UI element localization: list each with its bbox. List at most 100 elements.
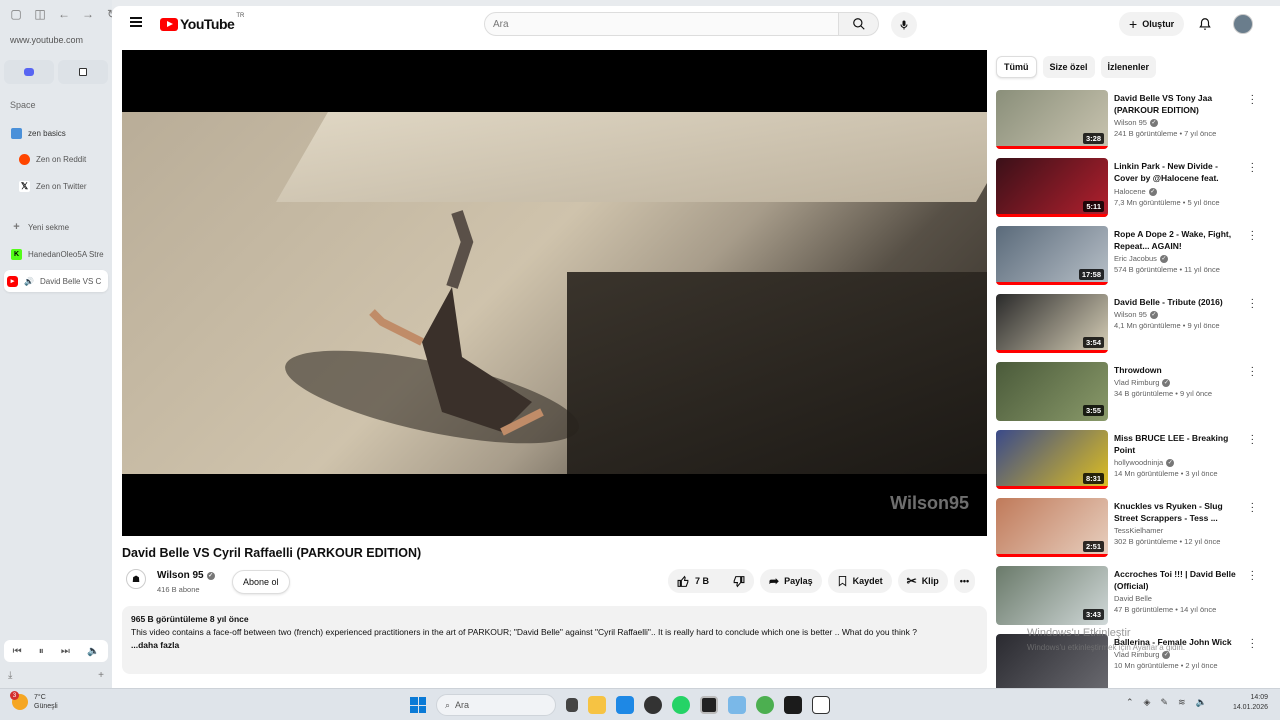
app-cube-icon[interactable] — [644, 696, 662, 714]
whatsapp-icon[interactable] — [672, 696, 690, 714]
recommendation-item[interactable]: 8:31 Miss BRUCE LEE - Breaking Point holly… — [996, 430, 1266, 498]
folder-zen-basics[interactable]: zen basics — [8, 122, 108, 144]
start-windows-icon[interactable] — [410, 697, 426, 713]
recommendation-item[interactable]: 3:43 Accroches Toi !!! | David Belle (Off… — [996, 566, 1266, 634]
recommendation-title[interactable]: Rope A Dope 2 - Wake, Fight, Repeat... A… — [1114, 228, 1242, 252]
pinned-tab-notion[interactable] — [58, 60, 108, 84]
speaker-icon[interactable]: 🔊 — [24, 277, 34, 286]
add-icon[interactable]: + — [98, 670, 104, 681]
recommendation-title[interactable]: Knuckles vs Ryuken - Slug Street Scrappe… — [1114, 500, 1242, 524]
recommendation-item[interactable]: 3:55 Throwdown Vlad Rimburg ✓ 34 B görüntüle… — [996, 362, 1266, 430]
show-more-link[interactable]: ...daha fazla — [131, 639, 978, 652]
new-tab-button[interactable]: + Yeni sekme — [8, 216, 108, 238]
description-box[interactable]: 965 B görüntüleme 8 yıl önce This video … — [122, 606, 987, 674]
chip-all[interactable]: Tümü — [996, 56, 1037, 78]
like-button[interactable]: 7 B — [668, 569, 719, 593]
recommendation-title[interactable]: David Belle VS Tony Jaa (PARKOUR EDITION… — [1114, 92, 1242, 116]
recommendation-thumbnail[interactable]: 8:31 — [996, 430, 1108, 489]
pinned-tab-discord[interactable] — [4, 60, 54, 84]
sidebar-item-reddit[interactable]: Zen on Reddit — [16, 148, 116, 170]
recommendation-thumbnail[interactable]: 3:54 — [996, 294, 1108, 353]
create-button[interactable]: + Oluştur — [1119, 12, 1185, 36]
more-vertical-icon[interactable]: · · · — [1251, 363, 1254, 381]
wifi-icon[interactable]: ≋ — [1178, 697, 1186, 708]
recommendation-title[interactable]: Throwdown — [1114, 364, 1242, 376]
recommendation-item[interactable]: 3:28 David Belle VS Tony Jaa (PARKOUR EDI… — [996, 90, 1266, 158]
recommendation-title[interactable]: Miss BRUCE LEE - Breaking Point — [1114, 432, 1242, 456]
recommendation-channel[interactable]: Wilson 95 ✓ — [1114, 310, 1242, 319]
channel-avatar[interactable]: ☗ — [126, 569, 146, 589]
previous-icon[interactable]: ⏮ — [13, 646, 22, 657]
url-bar[interactable]: www.youtube.com — [10, 35, 83, 45]
more-vertical-icon[interactable]: · · · — [1251, 227, 1254, 245]
hamburger-menu-icon[interactable] — [130, 17, 142, 27]
recommendation-channel[interactable]: TessKielhamer — [1114, 526, 1242, 535]
more-vertical-icon[interactable]: · · · — [1251, 91, 1254, 109]
sidebar-toggle-icon[interactable]: ◫ — [32, 6, 48, 22]
recommendation-item[interactable]: 3:54 David Belle - Tribute (2016) Wilson 9… — [996, 294, 1266, 362]
recommendation-title[interactable]: Accroches Toi !!! | David Belle (Officia… — [1114, 568, 1242, 592]
recommendation-thumbnail[interactable]: 17:58 — [996, 226, 1108, 285]
chip-watched[interactable]: İzlenenler — [1100, 56, 1157, 78]
pause-icon[interactable]: ⏸ — [39, 646, 44, 657]
save-button[interactable]: Kaydet — [827, 569, 892, 593]
volume-icon[interactable]: 🔈 — [1196, 697, 1207, 708]
shield-app-icon[interactable] — [756, 696, 774, 714]
recommendation-channel[interactable]: Halocene ✓ — [1114, 187, 1242, 196]
file-explorer-icon[interactable] — [588, 696, 606, 714]
photos-icon[interactable] — [728, 696, 746, 714]
share-button[interactable]: ➦ Paylaş — [760, 569, 822, 593]
dislike-button[interactable] — [723, 569, 755, 593]
window-icon[interactable]: ▢ — [8, 6, 24, 22]
more-vertical-icon[interactable]: · · · — [1251, 431, 1254, 449]
account-avatar[interactable] — [1233, 14, 1253, 34]
task-view-icon[interactable] — [566, 698, 578, 712]
recommendation-channel[interactable]: Wilson 95 ✓ — [1114, 118, 1242, 127]
recommendation-channel[interactable]: David Belle — [1114, 594, 1242, 603]
subscribe-button[interactable]: Abone ol — [232, 570, 290, 594]
sidebar-item-twitter[interactable]: 𝕏 Zen on Twitter — [16, 175, 116, 197]
channel-name-link[interactable]: Wilson 95 ✓ — [157, 570, 215, 581]
recommendation-channel[interactable]: hollywoodninja ✓ — [1114, 458, 1242, 467]
notepad-icon[interactable] — [812, 696, 830, 714]
more-vertical-icon[interactable]: · · · — [1251, 635, 1254, 653]
store-icon[interactable] — [616, 696, 634, 714]
recommendation-thumbnail[interactable]: 2:51 — [996, 498, 1108, 557]
recommendation-title[interactable]: Linkin Park - New Divide - Cover by @Hal… — [1114, 160, 1242, 185]
taskbar-search[interactable]: ⌕ Ara — [436, 694, 556, 716]
more-actions-button[interactable]: ••• — [953, 569, 976, 593]
recommendation-item[interactable]: 2:51 Knuckles vs Ryuken - Slug Street Scr… — [996, 498, 1266, 566]
volume-icon[interactable]: 🔈 — [87, 646, 99, 657]
search-input[interactable]: Ara — [484, 12, 839, 36]
clock[interactable]: 14:09 14.01.2026 — [1233, 693, 1268, 713]
download-icon[interactable]: ⤓ — [8, 670, 12, 681]
more-vertical-icon[interactable]: · · · — [1251, 567, 1254, 585]
recommendation-channel[interactable]: Vlad Rimburg ✓ — [1114, 378, 1242, 387]
next-icon[interactable]: ⏭ — [61, 646, 70, 657]
chevron-up-icon[interactable]: ⌃ — [1126, 697, 1134, 708]
clip-button[interactable]: ✂ Klip — [897, 569, 948, 593]
pen-icon[interactable]: ✎ — [1160, 697, 1168, 708]
recommendation-thumbnail[interactable]: 3:28 — [996, 90, 1108, 149]
recommendation-thumbnail[interactable]: 3:43 — [996, 566, 1108, 625]
terminal-icon[interactable] — [784, 696, 802, 714]
recommendation-channel[interactable]: Eric Jacobus ✓ — [1114, 254, 1242, 263]
tab-youtube-active[interactable]: ▸ 🔊 David Belle VS C — [4, 270, 108, 292]
more-vertical-icon[interactable]: · · · — [1251, 295, 1254, 313]
forward-icon[interactable]: → — [80, 6, 96, 22]
notifications-bell-icon[interactable] — [1198, 16, 1212, 32]
tab-kick[interactable]: K HanedanOleo5A Stre — [8, 243, 108, 265]
more-vertical-icon[interactable]: · · · — [1251, 159, 1254, 177]
more-vertical-icon[interactable]: · · · — [1251, 499, 1254, 517]
voice-search-button[interactable] — [891, 12, 917, 38]
zen-browser-icon[interactable] — [700, 696, 718, 714]
youtube-logo[interactable]: YouTube TR — [160, 13, 244, 32]
video-player[interactable]: Wilson95 — [122, 50, 987, 536]
recommendation-thumbnail[interactable]: 5:11 — [996, 158, 1108, 217]
recommendation-title[interactable]: David Belle - Tribute (2016) — [1114, 296, 1242, 308]
back-icon[interactable]: ← — [56, 6, 72, 22]
tray-app-icon[interactable]: ◈ — [1144, 697, 1151, 708]
weather-widget[interactable]: 3 7°C Güneşli — [10, 691, 58, 711]
chip-for-you[interactable]: Size özel — [1042, 56, 1095, 78]
recommendation-thumbnail[interactable]: 3:55 — [996, 362, 1108, 421]
